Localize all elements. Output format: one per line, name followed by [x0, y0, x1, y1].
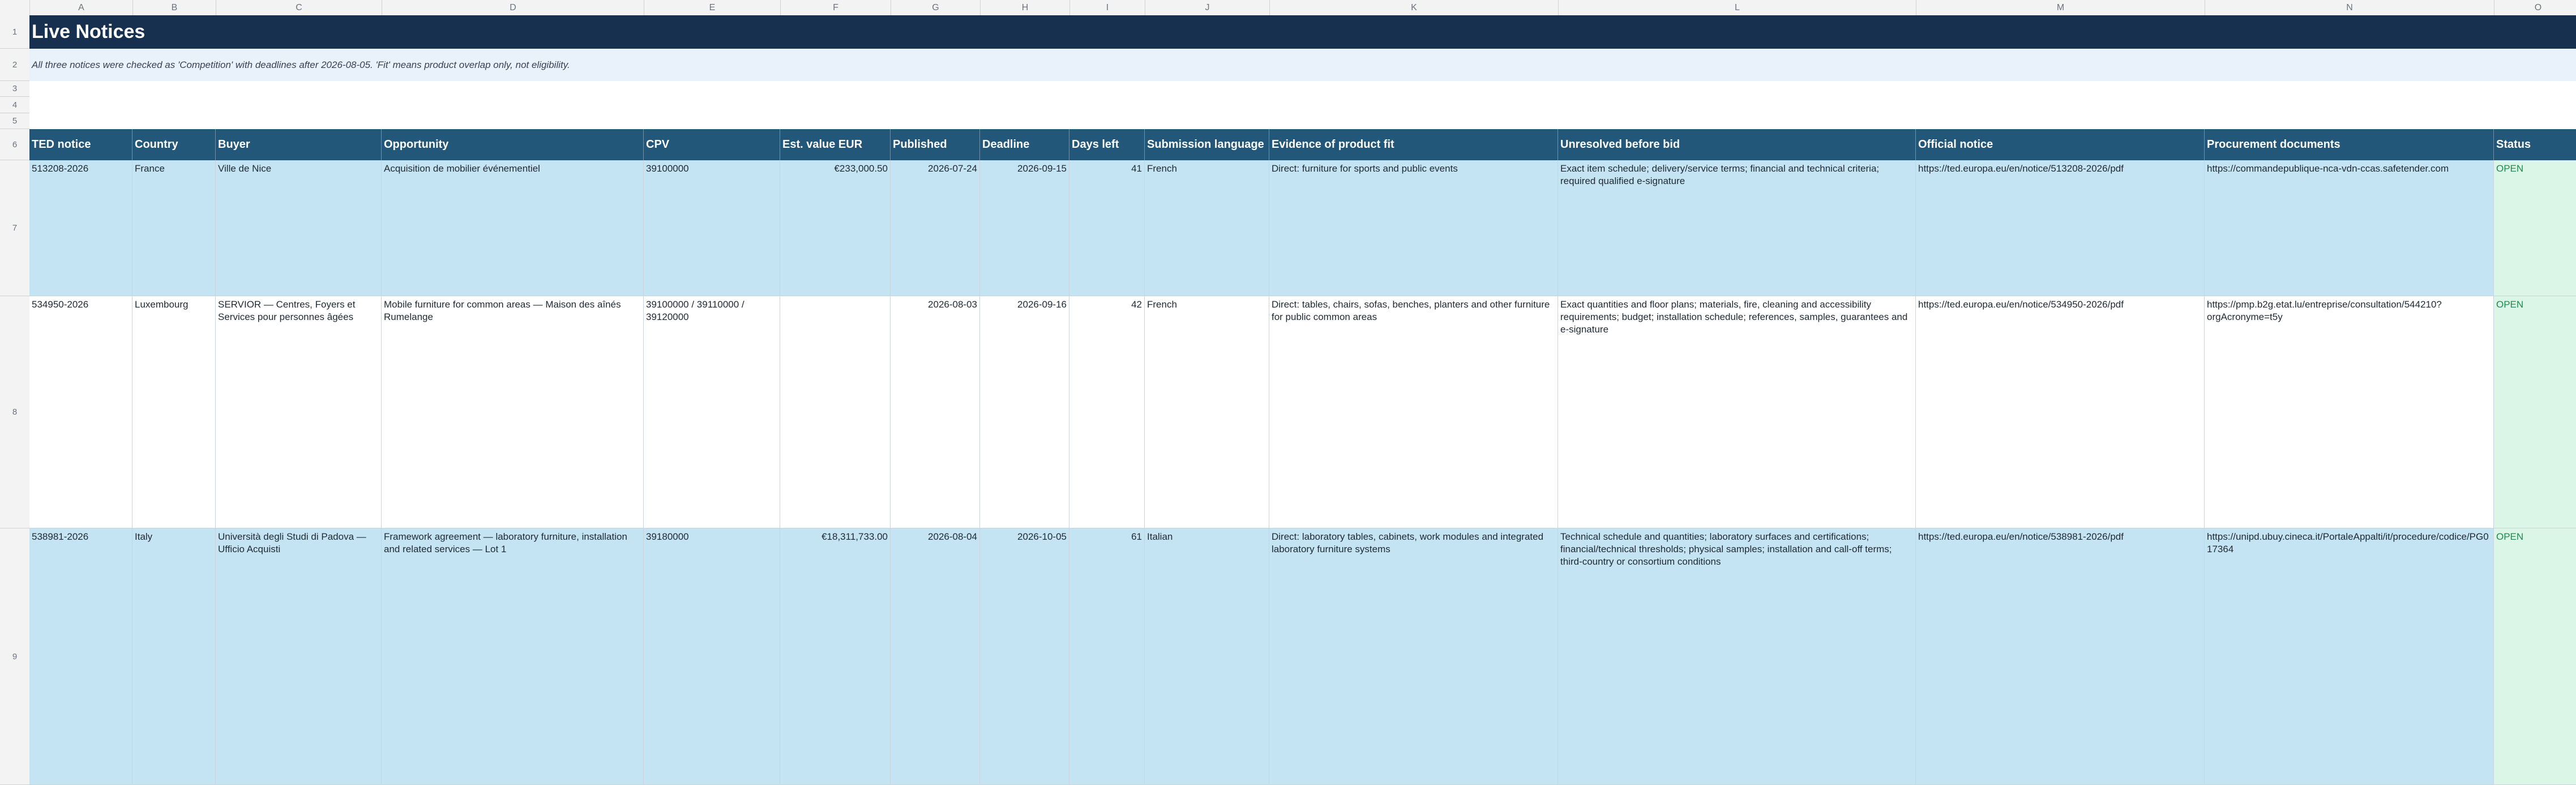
cell-ted-notice[interactable]: 513208-2026 [29, 160, 132, 296]
row-number-5[interactable]: 5 [0, 113, 29, 129]
cell-published[interactable]: 2026-07-24 [891, 160, 980, 296]
header-days-left[interactable]: Days left [1069, 129, 1145, 160]
cell-submission-language[interactable]: French [1145, 160, 1269, 296]
column-letter-e[interactable]: E [644, 0, 781, 15]
sheet-note[interactable]: All three notices were checked as 'Compe… [29, 49, 2576, 81]
cell-unresolved[interactable]: Exact quantities and floor plans; materi… [1558, 296, 1916, 528]
cell-opportunity[interactable]: Acquisition de mobilier événementiel [382, 160, 644, 296]
header-published[interactable]: Published [891, 129, 980, 160]
cell-official-notice[interactable]: https://ted.europa.eu/en/notice/534950-2… [1916, 296, 2205, 528]
cell-cpv[interactable]: 39180000 [644, 528, 780, 785]
cell-country[interactable]: Italy [132, 528, 216, 785]
column-header-bar: A B C D E F G H I J K L M N O [0, 0, 2576, 16]
cell-est-value[interactable] [780, 296, 891, 528]
column-letter-f[interactable]: F [781, 0, 891, 15]
column-letter-i[interactable]: I [1070, 0, 1145, 15]
select-all-corner[interactable] [0, 0, 30, 15]
cell-cpv[interactable]: 39100000 / 39110000 / 39120000 [644, 296, 780, 528]
cell-unresolved[interactable]: Exact item schedule; delivery/service te… [1558, 160, 1916, 296]
row-header-bar: 1 2 3 4 5 6 7 8 9 [0, 15, 30, 785]
cell-days-left[interactable]: 61 [1069, 528, 1145, 785]
row-number-7[interactable]: 7 [0, 160, 29, 296]
empty-row[interactable] [29, 97, 2576, 114]
header-cpv[interactable]: CPV [644, 129, 780, 160]
header-procurement-documents[interactable]: Procurement documents [2205, 129, 2494, 160]
cell-status[interactable]: OPEN [2494, 296, 2576, 528]
cell-status[interactable]: OPEN [2494, 160, 2576, 296]
header-ted-notice[interactable]: TED notice [29, 129, 132, 160]
cell-buyer[interactable]: Ville de Nice [216, 160, 382, 296]
header-country[interactable]: Country [132, 129, 216, 160]
cell-cpv[interactable]: 39100000 [644, 160, 780, 296]
cell-published[interactable]: 2026-08-03 [891, 296, 980, 528]
header-est-value[interactable]: Est. value EUR [780, 129, 891, 160]
cell-evidence[interactable]: Direct: furniture for sports and public … [1269, 160, 1558, 296]
cell-status[interactable]: OPEN [2494, 528, 2576, 785]
cell-buyer[interactable]: SERVIOR — Centres, Foyers et Services po… [216, 296, 382, 528]
header-buyer[interactable]: Buyer [216, 129, 382, 160]
cell-official-notice[interactable]: https://ted.europa.eu/en/notice/513208-2… [1916, 160, 2205, 296]
cell-official-notice[interactable]: https://ted.europa.eu/en/notice/538981-2… [1916, 528, 2205, 785]
column-letter-a[interactable]: A [30, 0, 133, 15]
header-evidence[interactable]: Evidence of product fit [1269, 129, 1558, 160]
cell-buyer[interactable]: Università degli Studi di Padova — Uffic… [216, 528, 382, 785]
spreadsheet: A B C D E F G H I J K L M N O 1 2 3 4 5 … [0, 0, 2576, 785]
cell-published[interactable]: 2026-08-04 [891, 528, 980, 785]
row-number-8[interactable]: 8 [0, 296, 29, 528]
column-letter-d[interactable]: D [382, 0, 644, 15]
row-number-9[interactable]: 9 [0, 528, 29, 785]
cell-country[interactable]: Luxembourg [132, 296, 216, 528]
table-row: 513208-2026 France Ville de Nice Acquisi… [29, 160, 2576, 296]
column-letter-m[interactable]: M [1916, 0, 2205, 15]
cell-deadline[interactable]: 2026-09-15 [980, 160, 1069, 296]
cell-days-left[interactable]: 41 [1069, 160, 1145, 296]
cell-submission-language[interactable]: Italian [1145, 528, 1269, 785]
column-letter-o[interactable]: O [2494, 0, 2576, 15]
cell-days-left[interactable]: 42 [1069, 296, 1145, 528]
empty-row[interactable] [29, 113, 2576, 130]
sheet-title[interactable]: Live Notices [29, 15, 2576, 49]
column-letter-n[interactable]: N [2205, 0, 2494, 15]
cell-opportunity[interactable]: Framework agreement — laboratory furnitu… [382, 528, 644, 785]
cell-ted-notice[interactable]: 534950-2026 [29, 296, 132, 528]
cell-opportunity[interactable]: Mobile furniture for common areas — Mais… [382, 296, 644, 528]
header-submission-language[interactable]: Submission language [1145, 129, 1269, 160]
column-letter-l[interactable]: L [1559, 0, 1916, 15]
cell-procurement-documents[interactable]: https://commandepublique-nca-vdn-ccas.sa… [2205, 160, 2494, 296]
cell-deadline[interactable]: 2026-10-05 [980, 528, 1069, 785]
row-number-4[interactable]: 4 [0, 97, 29, 113]
cell-country[interactable]: France [132, 160, 216, 296]
table-row: 534950-2026 Luxembourg SERVIOR — Centres… [29, 296, 2576, 528]
cell-est-value[interactable]: €233,000.50 [780, 160, 891, 296]
column-letter-j[interactable]: J [1145, 0, 1270, 15]
cell-unresolved[interactable]: Technical schedule and quantities; labor… [1558, 528, 1916, 785]
empty-row[interactable] [29, 81, 2576, 97]
column-letter-k[interactable]: K [1270, 0, 1559, 15]
column-letter-g[interactable]: G [891, 0, 981, 15]
row-number-2[interactable]: 2 [0, 49, 29, 81]
header-status[interactable]: Status [2494, 129, 2576, 160]
cell-evidence[interactable]: Direct: laboratory tables, cabinets, wor… [1269, 528, 1558, 785]
column-letter-c[interactable]: C [216, 0, 382, 15]
header-official-notice[interactable]: Official notice [1916, 129, 2205, 160]
cell-evidence[interactable]: Direct: tables, chairs, sofas, benches, … [1269, 296, 1558, 528]
column-letter-h[interactable]: H [981, 0, 1070, 15]
row-number-3[interactable]: 3 [0, 81, 29, 97]
header-opportunity[interactable]: Opportunity [382, 129, 644, 160]
cell-procurement-documents[interactable]: https://pmp.b2g.etat.lu/entreprise/consu… [2205, 296, 2494, 528]
table-row: 538981-2026 Italy Università degli Studi… [29, 528, 2576, 785]
table-header-row: TED notice Country Buyer Opportunity CPV… [29, 129, 2576, 160]
cell-deadline[interactable]: 2026-09-16 [980, 296, 1069, 528]
cell-ted-notice[interactable]: 538981-2026 [29, 528, 132, 785]
cell-procurement-documents[interactable]: https://unipd.ubuy.cineca.it/PortaleAppa… [2205, 528, 2494, 785]
row-number-1[interactable]: 1 [0, 15, 29, 49]
row-number-6[interactable]: 6 [0, 129, 29, 160]
cell-est-value[interactable]: €18,311,733.00 [780, 528, 891, 785]
column-letter-b[interactable]: B [133, 0, 216, 15]
header-unresolved[interactable]: Unresolved before bid [1558, 129, 1916, 160]
header-deadline[interactable]: Deadline [980, 129, 1069, 160]
cell-submission-language[interactable]: French [1145, 296, 1269, 528]
